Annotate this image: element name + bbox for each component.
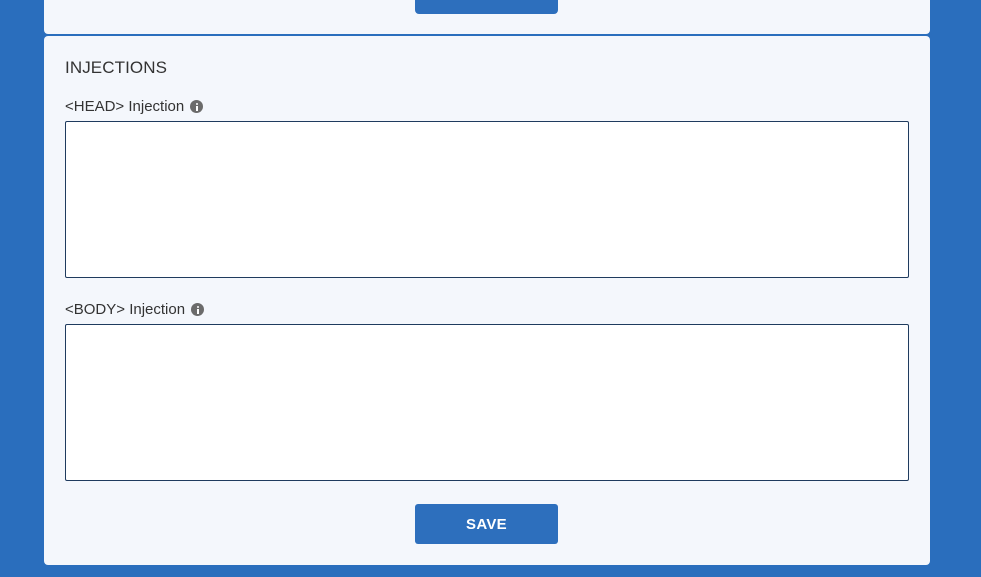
info-circle-icon[interactable]	[191, 303, 205, 316]
save-button[interactable]: SAVE	[415, 504, 558, 544]
head-injection-label-row: <HEAD> Injection	[65, 98, 204, 115]
injections-panel: INJECTIONS <HEAD> Injection <BODY> Injec…	[44, 36, 930, 565]
info-circle-icon[interactable]	[190, 100, 204, 113]
head-injection-label: <HEAD> Injection	[65, 98, 185, 115]
body-injection-label-row: <BODY> Injection	[65, 301, 205, 318]
head-injection-textarea[interactable]	[65, 121, 909, 278]
section-title: INJECTIONS	[65, 58, 168, 77]
previous-section-button[interactable]	[415, 0, 558, 14]
body-injection-textarea[interactable]	[65, 324, 909, 481]
body-injection-label: <BODY> Injection	[65, 301, 186, 318]
previous-section-panel	[44, 0, 930, 34]
